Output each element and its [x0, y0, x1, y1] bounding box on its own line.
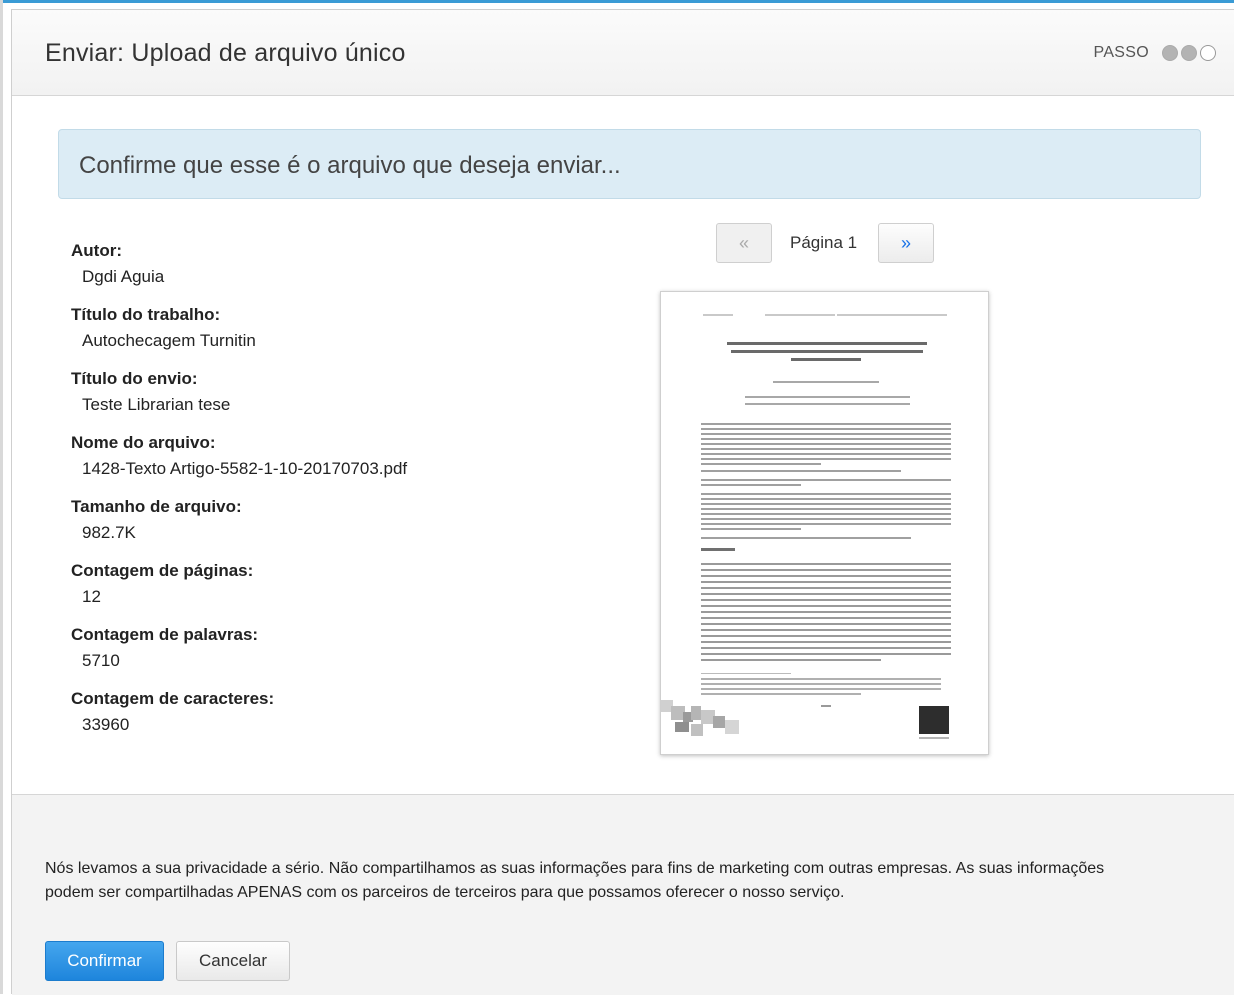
page-pager: « Página 1 »	[716, 223, 934, 265]
dialog-header: Enviar: Upload de arquivo único PASSO	[12, 10, 1234, 96]
step-label: PASSO	[1093, 44, 1149, 61]
document-page-thumbnail	[661, 292, 988, 754]
step-dot-2	[1181, 45, 1197, 61]
field-paper-title: Título do trabalho: Autochecagem Turniti…	[71, 305, 256, 351]
left-edge	[0, 0, 3, 994]
next-page-button[interactable]: »	[878, 223, 934, 263]
top-accent-line	[0, 0, 1234, 3]
field-file-size: Tamanho de arquivo: 982.7K	[71, 497, 242, 543]
step-indicator: PASSO	[1094, 44, 1216, 62]
confirm-button[interactable]: Confirmar	[45, 941, 164, 981]
field-value: 982.7K	[82, 523, 136, 542]
privacy-notice: Nós levamos a sua privacidade a sério. N…	[45, 860, 1105, 901]
prev-page-button[interactable]: «	[716, 223, 772, 263]
dialog-title: Enviar: Upload de arquivo único	[45, 39, 406, 67]
field-value: 1428-Texto Artigo-5582-1-10-20170703.pdf	[82, 459, 408, 478]
field-page-count: Contagem de páginas: 12	[71, 561, 253, 607]
field-character-count: Contagem de caracteres: 33960	[71, 689, 274, 735]
dialog-footer: Nós levamos a sua privacidade a sério. N…	[12, 794, 1234, 995]
field-label: Título do envio:	[71, 369, 198, 388]
field-label: Contagem de caracteres:	[71, 689, 275, 708]
confirm-banner: Confirme que esse é o arquivo que deseja…	[58, 129, 1201, 199]
step-dot-3	[1200, 45, 1216, 61]
field-label: Contagem de páginas:	[71, 561, 254, 580]
field-file-name: Nome do arquivo: 1428-Texto Artigo-5582-…	[71, 433, 407, 479]
field-value: Dgdi Aguia	[82, 267, 165, 286]
page-indicator: Página 1	[790, 233, 858, 252]
field-value: Teste Librarian tese	[82, 395, 231, 414]
field-label: Tamanho de arquivo:	[71, 497, 242, 516]
field-value: 5710	[82, 651, 120, 670]
field-value: 33960	[82, 715, 130, 734]
confirm-banner-text: Confirme que esse é o arquivo que deseja…	[79, 152, 621, 179]
field-submission-title: Título do envio: Teste Librarian tese	[71, 369, 230, 415]
field-word-count: Contagem de palavras: 5710	[71, 625, 258, 671]
document-preview	[660, 291, 989, 755]
cancel-button[interactable]: Cancelar	[176, 941, 290, 981]
field-label: Título do trabalho:	[71, 305, 221, 324]
upload-dialog: Enviar: Upload de arquivo único PASSO Co…	[11, 9, 1234, 995]
field-label: Nome do arquivo:	[71, 433, 216, 452]
field-value: 12	[82, 587, 101, 606]
field-label: Autor:	[71, 241, 122, 260]
field-label: Contagem de palavras:	[71, 625, 259, 644]
field-value: Autochecagem Turnitin	[82, 331, 256, 350]
field-author: Autor: Dgdi Aguia	[71, 241, 164, 287]
step-dot-1	[1162, 45, 1178, 61]
